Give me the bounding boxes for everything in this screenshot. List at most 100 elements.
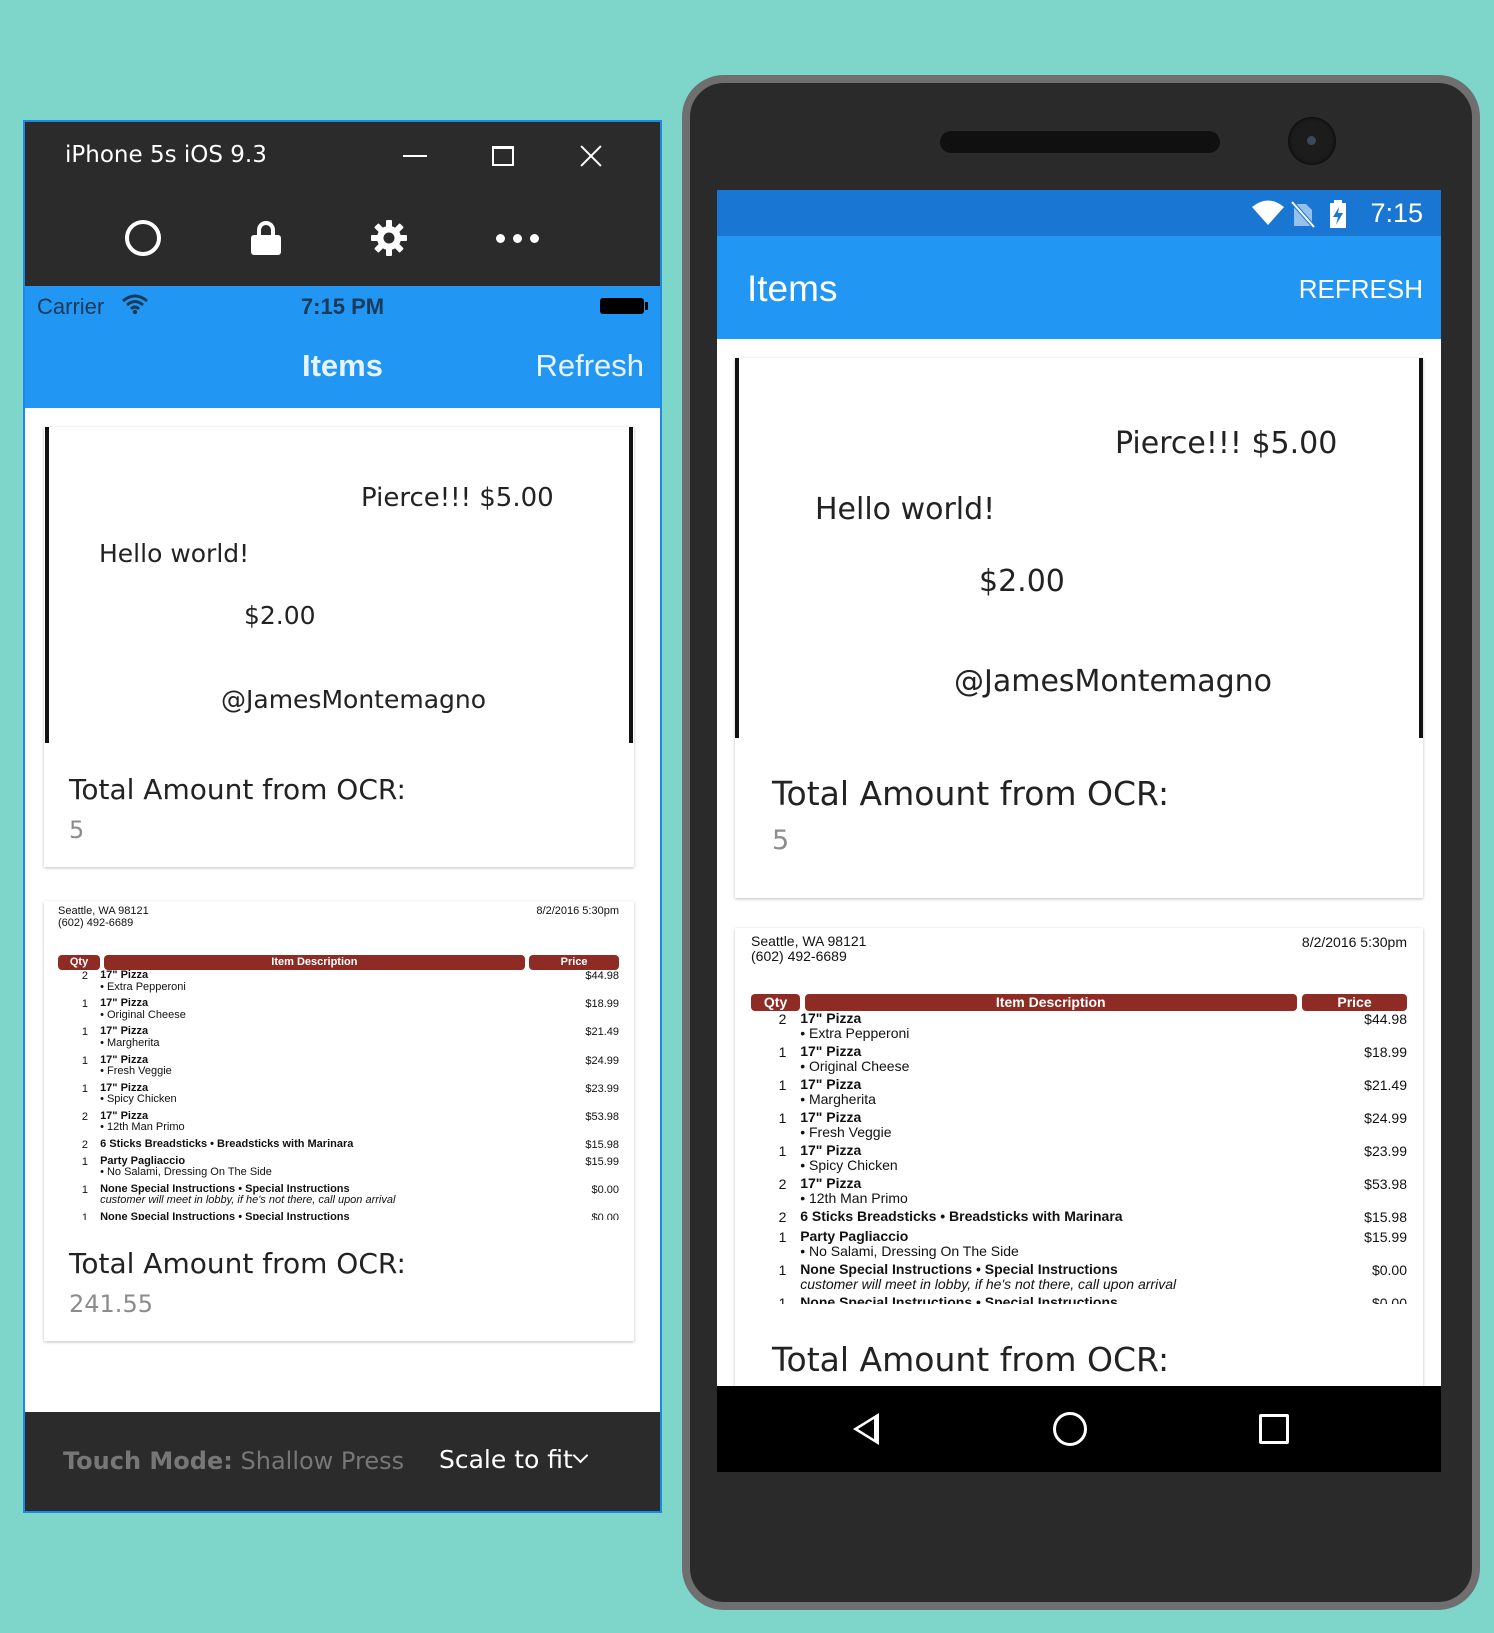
receipt-item: 17" Pizza [100, 1109, 149, 1122]
lock-button[interactable] [240, 212, 292, 264]
receipt-row: 1 17" Pizza • Spicy Chicken $23.99 [751, 1142, 1407, 1173]
wifi-icon [1252, 200, 1284, 225]
receipt-header-price: Price [529, 955, 619, 970]
ios-status-bar: Carrier 7:15 PM [25, 286, 660, 328]
receipt-price: $18.99 [1364, 1044, 1407, 1061]
home-button[interactable] [117, 212, 169, 264]
receipt-desc: None Special Instructions • Special Inst… [100, 1182, 396, 1207]
receipt-item: 17" Pizza [800, 1010, 862, 1026]
chevron-down-icon[interactable] [572, 1447, 589, 1464]
maximize-button[interactable] [481, 134, 525, 178]
receipt-item: 17" Pizza [100, 1053, 149, 1066]
receipt-detail: • 12th Man Primo [100, 1121, 185, 1134]
receipt-address-line: Seattle, WA 98121 [58, 905, 149, 917]
home-button[interactable] [1045, 1404, 1095, 1454]
android-nav-bar [717, 1386, 1441, 1472]
note-text: Pierce!!! $5.00 [1115, 426, 1338, 461]
receipt-detail: customer will meet in lobby, if he's not… [100, 1194, 396, 1207]
touch-mode-value: Shallow Press [240, 1447, 405, 1475]
receipt-desc: 17" Pizza • Original Cheese [100, 997, 186, 1021]
receipt-item: 17" Pizza [800, 1109, 862, 1126]
receipt-image: Seattle, WA 98121 (602) 492-6689 8/2/2016 … [751, 934, 1407, 1304]
receipt-address-line: (602) 492-6689 [751, 948, 847, 965]
settings-button[interactable] [363, 212, 415, 264]
simulator-bottom-bar: Touch Mode: Shallow Press Scale to fit [25, 1412, 660, 1511]
refresh-button[interactable]: Refresh [535, 348, 644, 384]
refresh-button[interactable]: REFRESH [1299, 274, 1423, 305]
receipt-row: 1 17" Pizza • Fresh Veggie $24.99 [58, 1053, 619, 1078]
receipt-price: $15.98 [585, 1139, 619, 1152]
receipt-row: 2 17" Pizza • 12th Man Primo $53.98 [751, 1176, 1407, 1205]
back-button[interactable] [841, 1404, 891, 1454]
iphone-simulator-window: iPhone 5s iOS 9.3 Carrier 7:15 PM Items … [23, 120, 662, 1513]
note-image: Pierce!!! $5.00 Hello world! $2.00 @Jame… [735, 358, 1423, 738]
ios-status-time: 7:15 PM [300, 294, 385, 319]
simulator-title: iPhone 5s iOS 9.3 [65, 142, 267, 168]
receipt-desc: 17" Pizza • Fresh Veggie [100, 1053, 172, 1078]
receipt-detail: • Spicy Chicken [800, 1156, 898, 1173]
receipt-price: $0.00 [1371, 1295, 1407, 1304]
recents-button[interactable] [1249, 1404, 1299, 1454]
touch-mode[interactable]: Touch Mode: Shallow Press [63, 1447, 404, 1475]
ios-navigation-bar: Items Refresh [25, 328, 660, 408]
receipt-desc: 17" Pizza • 12th Man Primo [100, 1109, 185, 1134]
receipt-desc: 17" Pizza • Margherita [800, 1077, 876, 1106]
simulator-toolbar [25, 190, 660, 286]
receipt-item: 17" Pizza [800, 1043, 862, 1060]
receipt-detail: • Extra Pepperoni [100, 980, 186, 993]
receipt-row: 2 17" Pizza • 12th Man Primo $53.98 [58, 1109, 619, 1134]
item-card[interactable]: Seattle, WA 98121 (602) 492-6689 8/2/2016 … [44, 901, 634, 1341]
speaker-grille [940, 131, 1220, 153]
receipt-item: None Special Instructions • Special Inst… [800, 1261, 1118, 1278]
receipt-row: 1 None Special Instructions • Special Ins… [751, 1262, 1407, 1291]
receipt-qty: 1 [778, 1262, 787, 1279]
item-card[interactable]: Pierce!!! $5.00 Hello world! $2.00 @Jame… [44, 427, 634, 867]
receipt-detail: customer will meet in lobby, if he's not… [800, 1275, 1177, 1292]
receipt-item: 17" Pizza [100, 1025, 149, 1038]
receipt-item: 17" Pizza [800, 1142, 862, 1159]
receipt-price: $15.99 [1364, 1229, 1407, 1246]
receipt-detail: • Original Cheese [100, 1008, 186, 1021]
receipt-price: $21.49 [1364, 1077, 1407, 1094]
receipt-desc: None Special Instructions • Special Inst… [800, 1262, 1176, 1291]
battery-icon [600, 298, 648, 314]
android-screen: 7:15 Items REFRESH Pierce!!! $5.00 Hello… [717, 190, 1441, 1472]
receipt-header-qty: Qty [58, 955, 101, 970]
receipt-qty: 1 [778, 1044, 787, 1061]
minimize-button[interactable] [393, 134, 437, 178]
note-text: $2.00 [244, 601, 316, 630]
close-icon [580, 145, 602, 167]
ocr-total-label: Total Amount from OCR: [772, 1340, 1170, 1379]
android-status-bar: 7:15 [717, 190, 1441, 236]
scale-dropdown[interactable]: Scale to fit [439, 1445, 573, 1474]
receipt-detail: • Fresh Veggie [100, 1065, 172, 1078]
maximize-icon [492, 146, 514, 166]
receipt-item: 17" Pizza [100, 969, 149, 981]
receipt-desc: 17" Pizza • Original Cheese [800, 1044, 909, 1073]
receipt-item: None Special Instructions • Special Inst… [800, 1294, 1118, 1304]
item-card[interactable]: Seattle, WA 98121 (602) 492-6689 8/2/2016 … [735, 928, 1423, 1428]
home-circle-icon [125, 220, 161, 256]
receipt-date: 8/2/2016 5:30pm [536, 905, 619, 917]
receipt-desc: None Special Instructions • Special Inst… [100, 1211, 350, 1220]
receipt-price: $18.99 [585, 998, 619, 1011]
receipt-row: 1 17" Pizza • Fresh Veggie $24.99 [751, 1109, 1407, 1139]
receipt-desc: 17" Pizza • Extra Pepperoni [100, 969, 186, 993]
receipt-qty: 1 [778, 1110, 787, 1127]
receipt-item: 17" Pizza [100, 997, 149, 1010]
item-card[interactable]: Pierce!!! $5.00 Hello world! $2.00 @Jame… [735, 358, 1423, 898]
receipt-image: Seattle, WA 98121 (602) 492-6689 8/2/2016 … [58, 905, 619, 1220]
receipt-desc: 17" Pizza • 12th Man Primo [800, 1176, 908, 1205]
note-text: $2.00 [979, 564, 1065, 599]
back-icon [853, 1413, 879, 1445]
ocr-total-value: 241.55 [69, 1290, 153, 1318]
battery-charging-icon [1330, 200, 1346, 228]
close-button[interactable] [569, 134, 613, 178]
minimize-icon [403, 155, 427, 157]
receipt-item: None Special Instructions • Special Inst… [100, 1182, 350, 1195]
receipt-desc: 17" Pizza • Extra Pepperoni [800, 1011, 909, 1040]
note-text: @JamesMontemagno [954, 664, 1273, 699]
note-text: Hello world! [99, 539, 250, 568]
more-button[interactable] [491, 212, 543, 264]
receipt-qty: 2 [778, 1209, 787, 1226]
